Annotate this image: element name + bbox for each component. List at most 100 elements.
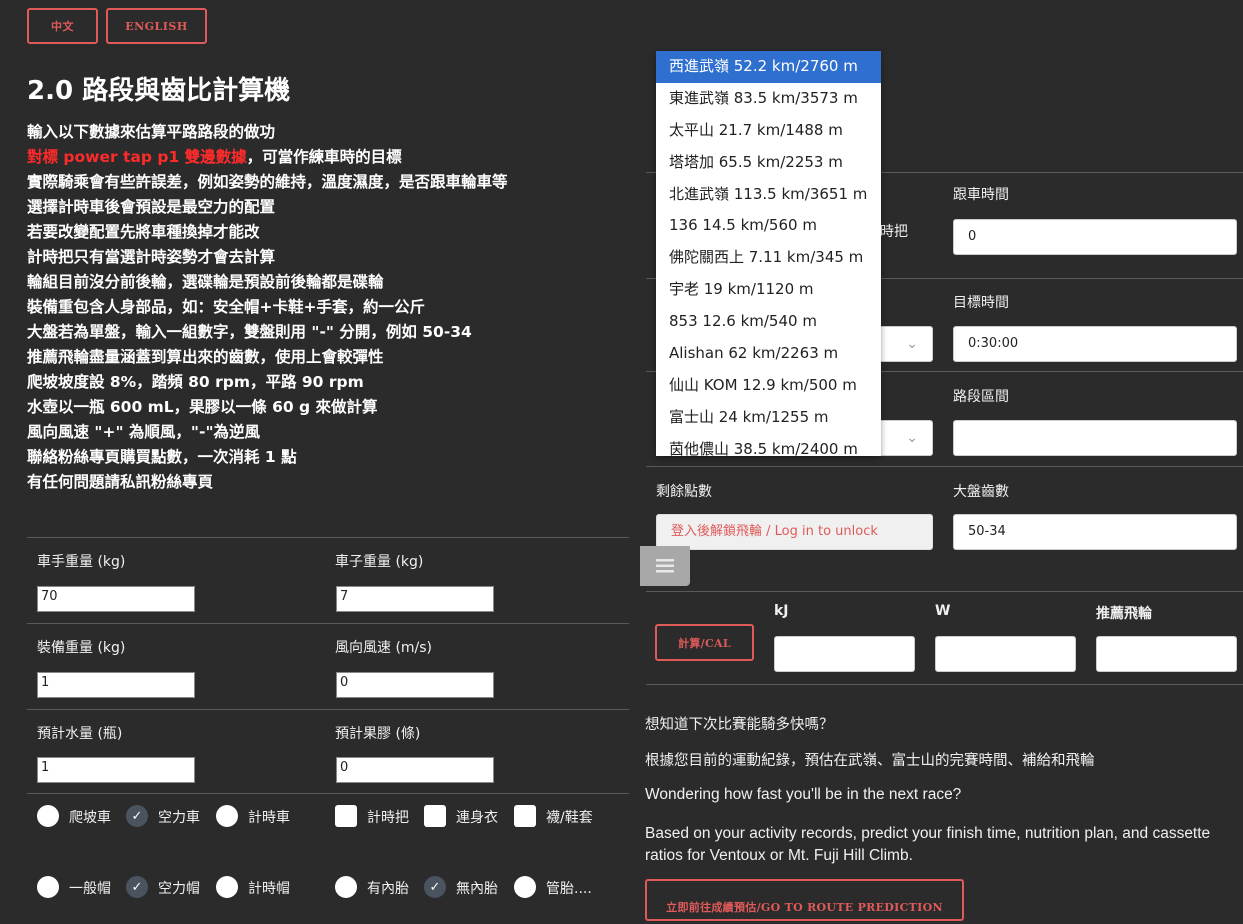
dropdown-option[interactable]: 853 12.6 km/540 m xyxy=(656,306,881,338)
lang-en-button[interactable]: ENGLISH xyxy=(106,8,207,44)
check-icon: ✓ xyxy=(429,879,441,895)
aero-helmet-radio[interactable]: ✓ xyxy=(126,876,148,898)
dropdown-option[interactable]: 東進武嶺 83.5 km/3573 m xyxy=(656,83,881,115)
tt-bike-radio[interactable] xyxy=(216,805,238,827)
normal-helmet-label: 一般帽 xyxy=(69,881,111,897)
gel-label: 預計果膠 (條) xyxy=(335,726,421,742)
aero-helmet-label: 空力帽 xyxy=(158,881,200,897)
wind-label: 風向風速 (m/s) xyxy=(335,640,433,656)
note-line: 風向風速 "+" 為順風，"-"為逆風 xyxy=(27,423,261,441)
divider xyxy=(646,591,1243,592)
divider xyxy=(27,709,629,710)
water-input[interactable]: 1 xyxy=(37,757,195,783)
divider xyxy=(27,793,629,794)
points-label: 剩餘點數 xyxy=(656,484,712,500)
target-time-label: 目標時間 xyxy=(953,295,1009,311)
tubeless-label: 無內胎 xyxy=(456,881,498,897)
rider-weight-label: 車手重量 (kg) xyxy=(37,554,126,570)
check-icon: ✓ xyxy=(131,808,143,824)
tt-bar-checkbox[interactable] xyxy=(335,805,357,827)
note-line: 輪組目前沒分前後輪，選碟輪是預設前後輪都是碟輪 xyxy=(27,273,384,291)
instructions: 輸入以下數據來估算平路路段的做功 對標 power tap p1 雙邊數據，可當… xyxy=(27,120,508,495)
tube-label: 有內胎 xyxy=(367,881,409,897)
dropdown-option[interactable]: Alishan 62 km/2263 m xyxy=(656,338,881,370)
points-input[interactable]: 登入後解鎖飛輪 / Log in to unlock xyxy=(656,514,933,550)
dropdown-option[interactable]: 西進武嶺 52.2 km/2760 m xyxy=(656,51,881,83)
dropdown-option[interactable]: 茵他儂山 38.5 km/2400 m xyxy=(656,434,881,456)
note-line: 水壺以一瓶 600 mL，果膠以一條 60 g 來做計算 xyxy=(27,398,378,416)
kj-label: kJ xyxy=(774,603,789,619)
watt-label: W xyxy=(935,603,951,619)
dropdown-option[interactable]: 136 14.5 km/560 m xyxy=(656,210,881,242)
cassette-output xyxy=(1096,636,1237,672)
promo-question-en: Wondering how fast you'll be in the next… xyxy=(645,786,962,803)
note-line: 推薦飛輪盡量涵蓋到算出來的齒數，使用上會較彈性 xyxy=(27,348,384,366)
note-line: 實際騎乘會有些許誤差，例如姿勢的維持，溫度濕度，是否跟車輪車等 xyxy=(27,173,508,191)
tube-radio[interactable] xyxy=(335,876,357,898)
note-line: 計時把只有當選計時姿勢才會去計算 xyxy=(27,248,276,266)
promo-question-zh: 想知道下次比賽能騎多快嗎？ xyxy=(645,717,834,733)
route-prediction-button[interactable]: 立即前往成績預估/GO TO ROUTE PREDICTION xyxy=(645,879,964,921)
socks-checkbox[interactable] xyxy=(514,805,536,827)
route-dropdown-list[interactable]: 西進武嶺 52.2 km/2760 m 東進武嶺 83.5 km/3573 m … xyxy=(656,51,881,456)
socks-label: 襪/鞋套 xyxy=(546,810,593,826)
divider xyxy=(646,684,1243,685)
note-text: ，可當作練車時的目標 xyxy=(246,148,402,166)
segment-label: 路段區間 xyxy=(953,389,1009,405)
promo-desc-en: Based on your activity records, predict … xyxy=(645,825,1211,864)
dropdown-option[interactable]: 佛陀關西上 7.11 km/345 m xyxy=(656,242,881,274)
note-highlight: 對標 power tap p1 雙邊數據 xyxy=(27,148,247,166)
gel-input[interactable]: 0 xyxy=(336,757,494,783)
gear-weight-input[interactable]: 1 xyxy=(37,672,195,698)
dropdown-option[interactable]: 仙山 KOM 12.9 km/500 m xyxy=(656,370,881,402)
normal-helmet-radio[interactable] xyxy=(37,876,59,898)
climb-bike-radio[interactable] xyxy=(37,805,59,827)
tt-helmet-radio[interactable] xyxy=(216,876,238,898)
divider xyxy=(27,537,629,538)
hamburger-icon xyxy=(656,559,674,573)
water-label: 預計水量 (瓶) xyxy=(37,726,123,742)
lang-zh-button[interactable]: 中文 xyxy=(27,8,98,44)
divider xyxy=(27,623,629,624)
bike-weight-input[interactable]: 7 xyxy=(336,586,494,612)
dropdown-option[interactable]: 塔塔加 65.5 km/2253 m xyxy=(656,147,881,179)
tubular-radio[interactable] xyxy=(514,876,536,898)
note-line: 大盤若為單盤，輸入一組數字，雙盤則用 "-" 分開，例如 50-34 xyxy=(27,323,472,341)
note-line: 選擇計時車後會預設是最空力的配置 xyxy=(27,198,276,216)
note-line: 爬坡坡度設 8%，踏頻 80 rpm，平路 90 rpm xyxy=(27,373,364,391)
follow-time-input[interactable]: 0 xyxy=(953,219,1237,255)
tt-bike-label: 計時車 xyxy=(248,810,290,826)
skinsuit-checkbox[interactable] xyxy=(424,805,446,827)
note-line: 對標 power tap p1 雙邊數據，可當作練車時的目標 xyxy=(27,145,508,170)
promo-desc-zh: 根據您目前的運動紀錄，預估在武嶺、富士山的完賽時間、補給和飛輪 xyxy=(645,753,1095,769)
target-time-input[interactable]: 0:30:00 xyxy=(953,326,1237,362)
hidden-checkbox-label: 時把 xyxy=(880,224,908,240)
dropdown-option[interactable]: 宇老 19 km/1120 m xyxy=(656,274,881,306)
calculate-button[interactable]: 計算/CAL xyxy=(655,624,754,661)
gear-weight-label: 裝備重量 (kg) xyxy=(37,640,126,656)
dropdown-option[interactable]: 富士山 24 km/1255 m xyxy=(656,402,881,434)
dropdown-option[interactable]: 太平山 21.7 km/1488 m xyxy=(656,115,881,147)
segment-input[interactable] xyxy=(953,420,1237,456)
wind-input[interactable]: 0 xyxy=(336,672,494,698)
note-line: 若要改變配置先將車種換掉才能改 xyxy=(27,223,260,241)
follow-time-label: 跟車時間 xyxy=(953,187,1009,203)
chainring-label: 大盤齒數 xyxy=(953,484,1009,500)
dropdown-option[interactable]: 北進武嶺 113.5 km/3651 m xyxy=(656,179,881,211)
tt-helmet-label: 計時帽 xyxy=(248,881,290,897)
bike-weight-label: 車子重量 (kg) xyxy=(335,554,424,570)
cassette-label: 推薦飛輪 xyxy=(1096,606,1152,622)
skinsuit-label: 連身衣 xyxy=(456,810,498,826)
note-line: 有任何問題請私訊粉絲專頁 xyxy=(27,473,214,491)
menu-button[interactable] xyxy=(640,546,690,586)
divider xyxy=(646,466,1243,467)
chevron-down-icon: ⌄ xyxy=(906,430,918,446)
chainring-input[interactable]: 50-34 xyxy=(953,514,1237,550)
rider-weight-input[interactable]: 70 xyxy=(37,586,195,612)
chevron-down-icon: ⌄ xyxy=(906,336,918,352)
aero-bike-radio[interactable]: ✓ xyxy=(126,805,148,827)
note-line: 聯絡粉絲專頁購買點數，一次消耗 1 點 xyxy=(27,448,297,466)
tubeless-radio[interactable]: ✓ xyxy=(424,876,446,898)
kj-output xyxy=(774,636,915,672)
tt-bar-label: 計時把 xyxy=(367,810,409,826)
